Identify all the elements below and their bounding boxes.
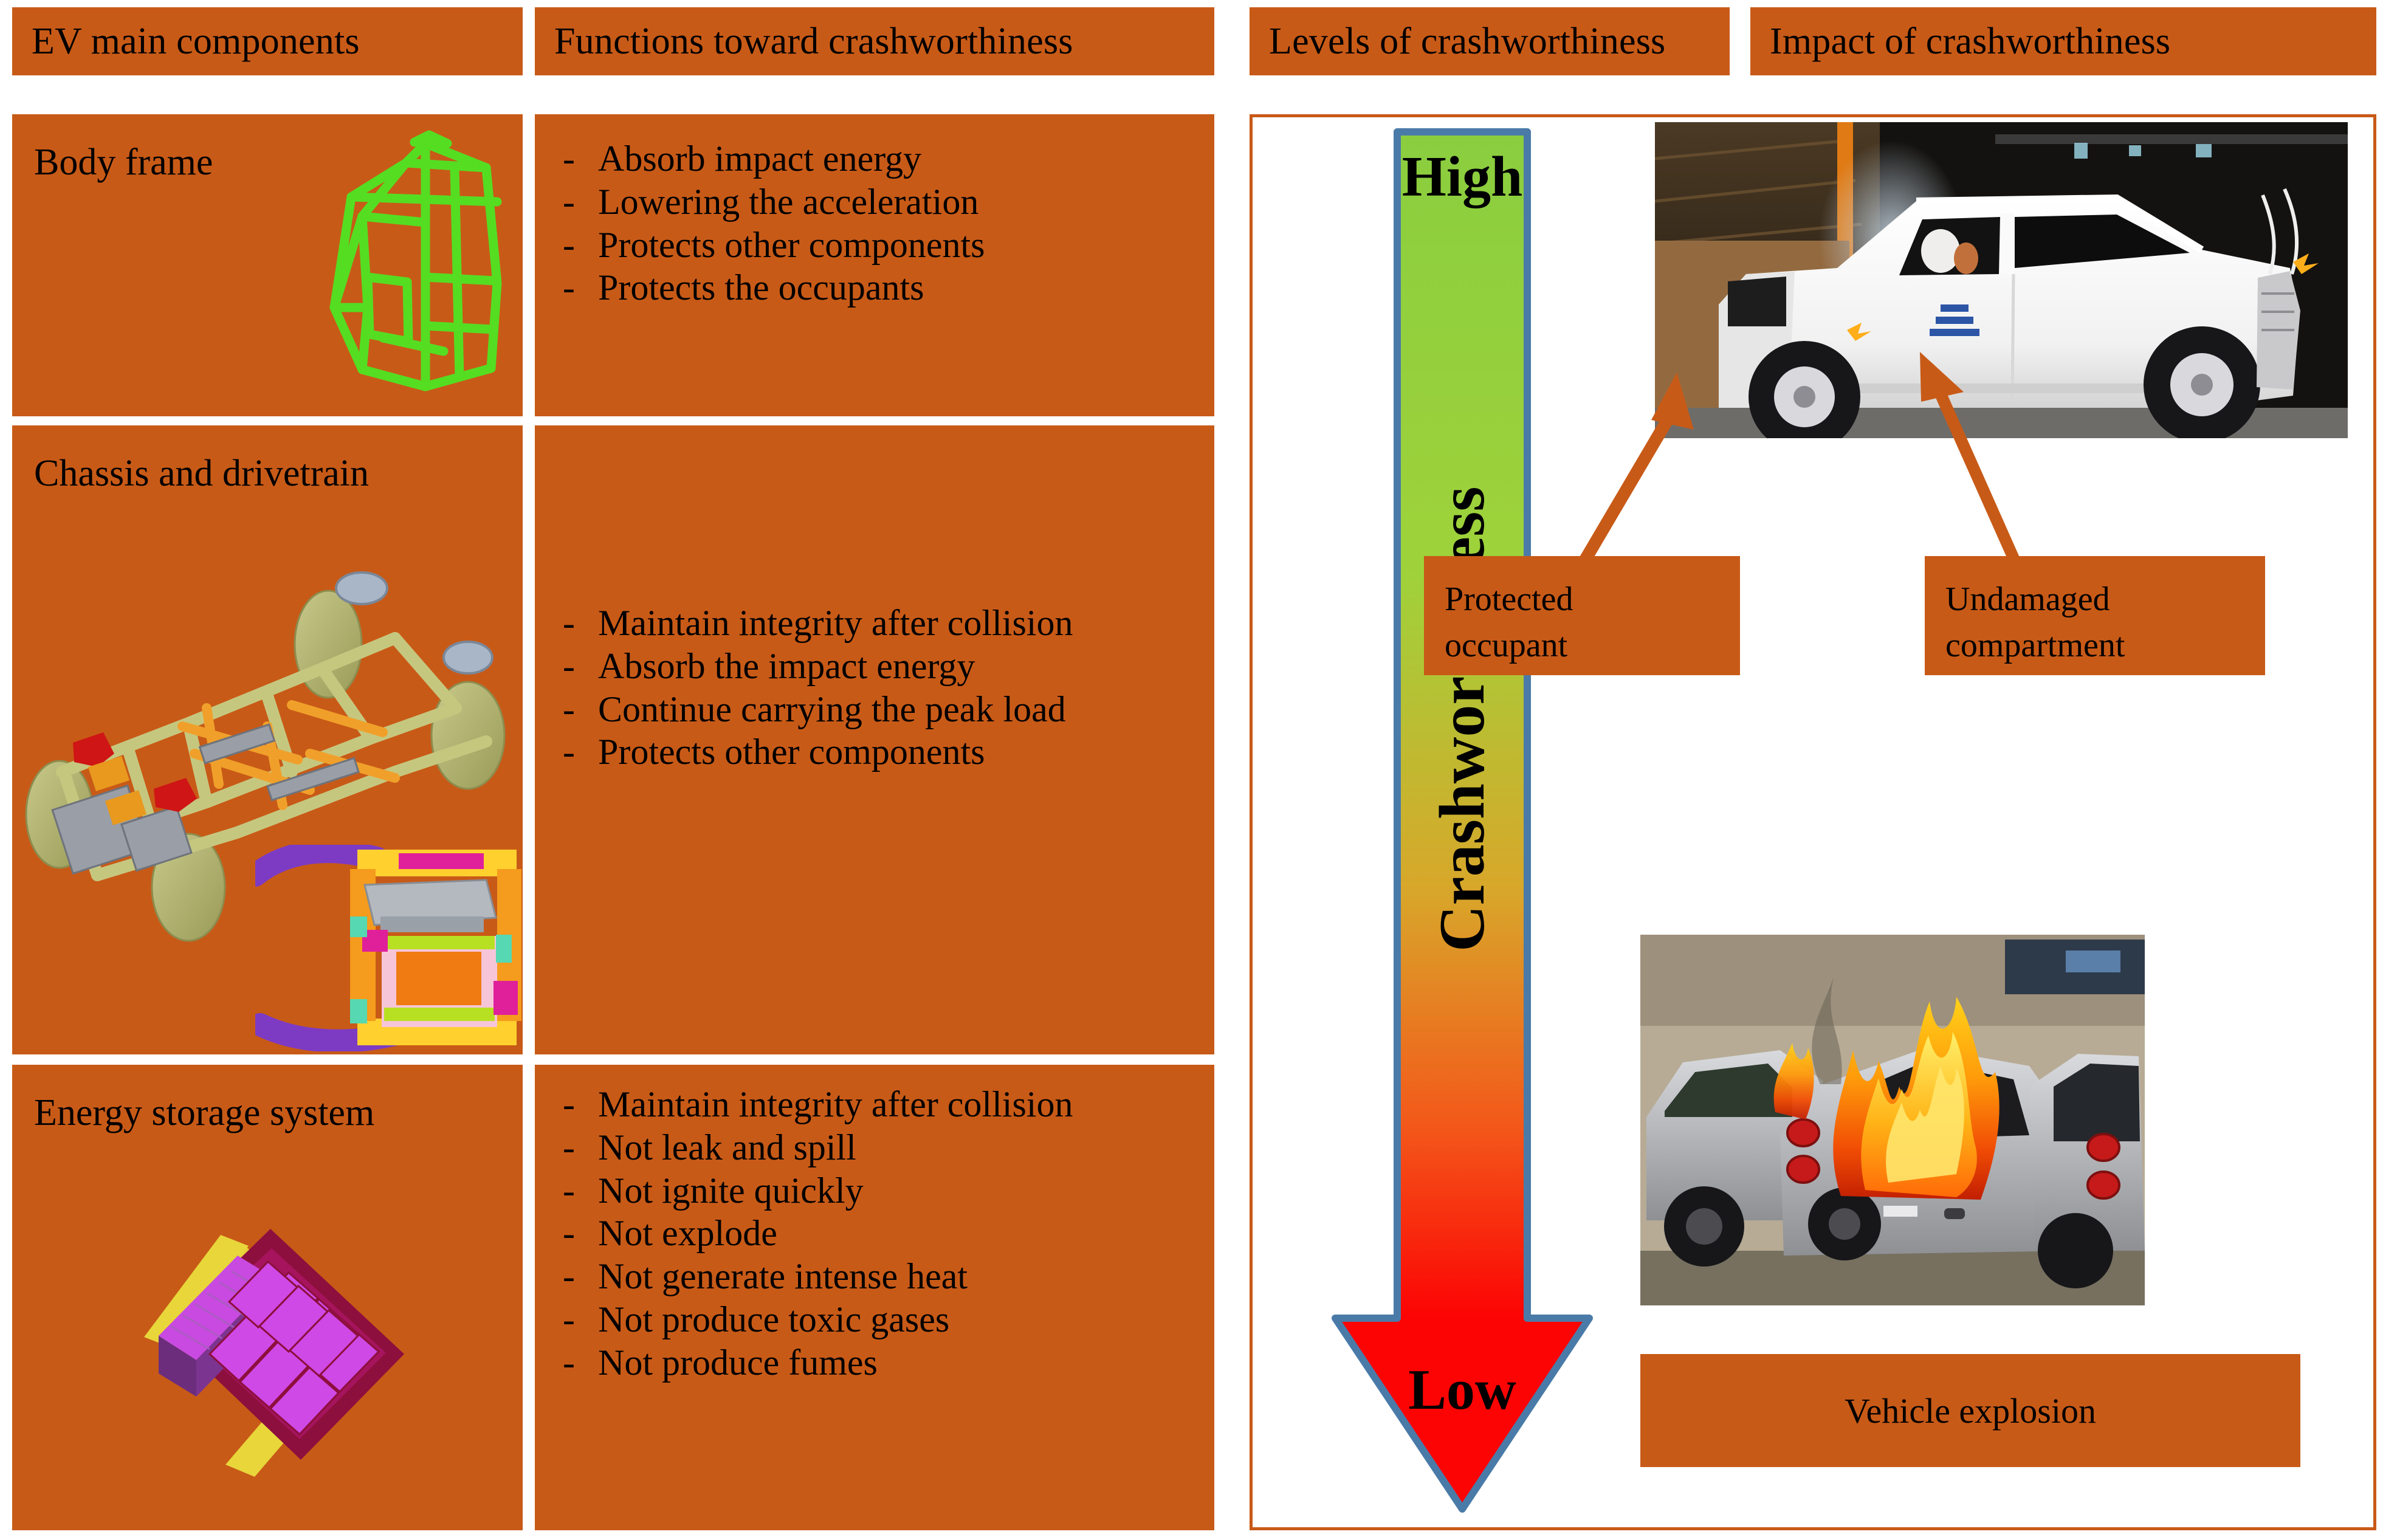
functions-list: - Absorb impact energy - Lowering the ac… — [563, 137, 985, 309]
bullet-dash: - — [563, 1213, 575, 1254]
list-item: - Protects other components — [563, 224, 985, 267]
header-levels: Levels of crashworthiness — [1250, 7, 1730, 75]
function-text: Maintain integrity after collision — [598, 603, 1073, 643]
function-text: Not produce fumes — [598, 1342, 878, 1383]
battery-pack-icon — [144, 1229, 404, 1477]
list-item: - Continue carrying the peak load — [563, 688, 1073, 731]
bullet-dash: - — [563, 645, 575, 686]
callout-line-2: occupant — [1445, 626, 1568, 664]
component-title: Energy storage system — [34, 1092, 375, 1133]
component-title: Chassis and drivetrain — [34, 453, 370, 494]
list-item: - Absorb impact energy — [563, 137, 985, 180]
vehicle-explosion-text: Vehicle explosion — [1845, 1390, 2096, 1431]
functions-list: - Maintain integrity after collision - N… — [563, 1083, 1073, 1384]
list-item: - Maintain integrity after collision — [563, 602, 1073, 645]
impact-levels-panel: High Crashworthiness Low Protected occup… — [1250, 114, 2376, 1530]
cell-functions-body-frame: - Absorb impact energy - Lowering the ac… — [535, 114, 1214, 416]
bullet-dash: - — [563, 1127, 575, 1167]
function-text: Not generate intense heat — [598, 1256, 968, 1297]
electric-drive-unit-cad-icon — [255, 845, 521, 1051]
header-functions: Functions toward crashworthiness — [535, 7, 1214, 75]
function-text: Not explode — [598, 1213, 777, 1254]
cell-component-chassis: Chassis and drivetrain — [12, 425, 523, 1054]
list-item: - Not ignite quickly — [563, 1169, 1073, 1212]
body-frame-wireframe-icon — [329, 130, 502, 391]
bullet-dash: - — [563, 1299, 575, 1339]
function-text: Protects other components — [598, 732, 985, 772]
arrow-label-low: Low — [1408, 1358, 1516, 1421]
list-item: - Protects the occupants — [563, 266, 985, 309]
header-label: Functions toward crashworthiness — [554, 20, 1073, 62]
callout-protected-occupant: Protected occupant — [1424, 556, 1740, 675]
function-text: Continue carrying the peak load — [598, 689, 1066, 729]
function-text: Absorb the impact energy — [598, 645, 975, 686]
callout-line-1: Protected — [1445, 580, 1573, 618]
header-label: Levels of crashworthiness — [1269, 20, 1666, 62]
bullet-dash: - — [563, 1342, 575, 1383]
header-label: EV main components — [32, 20, 360, 62]
function-text: Maintain integrity after collision — [598, 1084, 1073, 1124]
callout-line-1: Undamaged — [1945, 580, 2110, 618]
function-text: Lowering the acceleration — [598, 181, 979, 222]
burning-car-scene — [1640, 935, 2145, 1305]
vehicle-fire-photo — [1640, 935, 2145, 1305]
callout-undamaged-compartment: Undamaged compartment — [1925, 556, 2265, 675]
function-text: Absorb impact energy — [598, 139, 922, 179]
function-text: Protects the occupants — [598, 267, 924, 308]
list-item: - Not leak and spill — [563, 1126, 1073, 1169]
cell-component-body-frame: Body frame — [12, 114, 523, 416]
function-text: Not leak and spill — [598, 1127, 856, 1167]
bullet-dash: - — [563, 1170, 575, 1211]
infographic-root: EV main components Functions toward cras… — [0, 0, 2383, 1540]
arrow-label-high: High — [1401, 145, 1523, 208]
list-item: - Not explode — [563, 1212, 1073, 1255]
function-text: Not produce toxic gases — [598, 1299, 950, 1339]
list-item: - Protects other components — [563, 730, 1073, 774]
list-item: - Absorb the impact energy — [563, 645, 1073, 688]
bullet-dash: - — [563, 1256, 575, 1297]
cell-functions-chassis: - Maintain integrity after collision - A… — [535, 425, 1214, 1054]
crashworthiness-arrow: High Crashworthiness Low — [1332, 128, 1593, 1514]
bullet-dash: - — [563, 689, 575, 729]
vehicle-explosion-label: Vehicle explosion — [1640, 1354, 2300, 1467]
header-impact: Impact of crashworthiness — [1750, 7, 2376, 75]
component-title: Body frame — [34, 142, 213, 183]
arrow-axis-label: Crashworthiness — [1426, 486, 1498, 952]
header-ev-main-components: EV main components — [12, 7, 523, 75]
list-item: - Not produce toxic gases — [563, 1298, 1073, 1341]
list-item: - Lowering the acceleration — [563, 180, 985, 224]
bullet-dash: - — [563, 1084, 575, 1124]
bullet-dash: - — [563, 224, 575, 265]
bullet-dash: - — [563, 603, 575, 643]
list-item: - Maintain integrity after collision — [563, 1083, 1073, 1126]
list-item: - Not generate intense heat — [563, 1255, 1073, 1298]
cell-component-energy-storage: Energy storage system — [12, 1065, 523, 1530]
header-label: Impact of crashworthiness — [1770, 20, 2171, 62]
function-text: Not ignite quickly — [598, 1170, 864, 1211]
bullet-dash: - — [563, 181, 575, 222]
bullet-dash: - — [563, 267, 575, 308]
bullet-dash: - — [563, 732, 575, 772]
cell-functions-energy-storage: - Maintain integrity after collision - N… — [535, 1065, 1214, 1530]
callout-line-2: compartment — [1945, 626, 2125, 664]
bullet-dash: - — [563, 139, 575, 179]
functions-list: - Maintain integrity after collision - A… — [563, 602, 1073, 774]
function-text: Protects other components — [598, 224, 985, 265]
list-item: - Not produce fumes — [563, 1341, 1073, 1384]
